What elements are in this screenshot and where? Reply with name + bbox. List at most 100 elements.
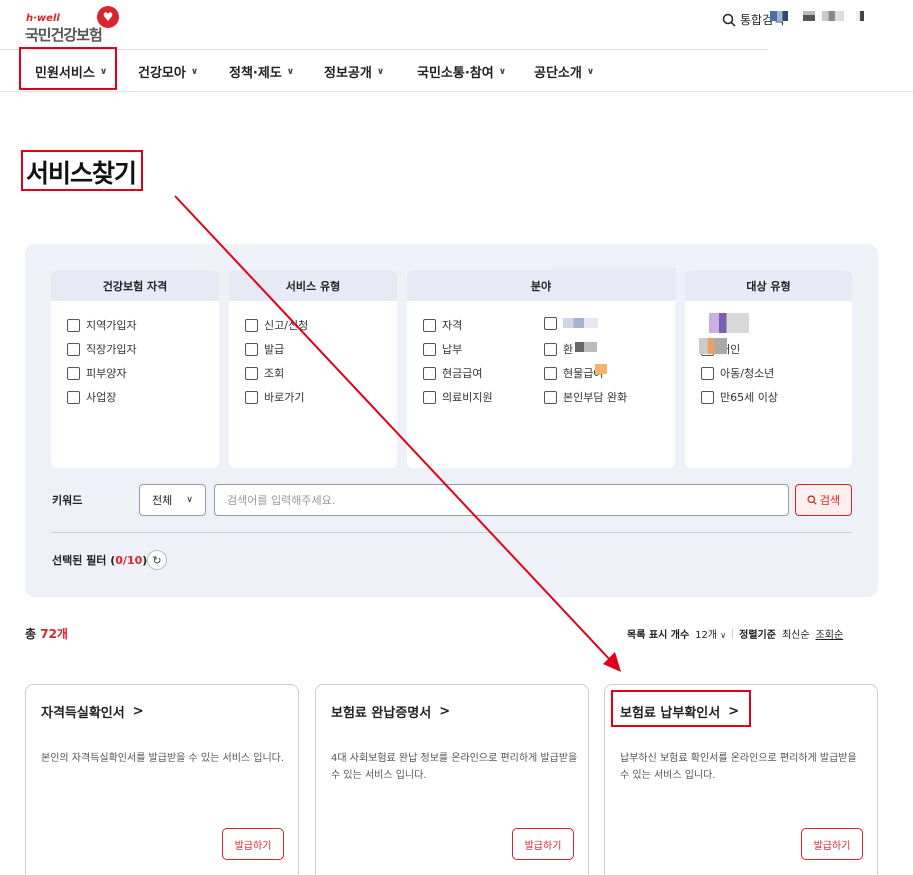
issue-button[interactable]: 발급하기 (801, 828, 863, 860)
filter-divider (51, 532, 852, 533)
service-title: 보험료 완납증명서 (331, 706, 432, 721)
chevron-down-icon: ∨ (720, 631, 727, 640)
checkbox-label: 현금급여 (442, 367, 483, 380)
refresh-icon: ↻ (152, 553, 162, 567)
service-title: 자격득실확인서 (41, 706, 125, 721)
list-controls: 목록 표시 개수 12개 ∨ 정렬기준 최신순 조회순 (627, 626, 843, 641)
nav-info-disclosure[interactable]: 정보공개 ∨ (324, 62, 384, 81)
chevron-down-icon: ∨ (186, 495, 193, 505)
checkbox-box[interactable] (701, 390, 714, 404)
highlight-box (21, 150, 143, 191)
checkbox-box[interactable] (544, 366, 557, 380)
checkbox-issue[interactable]: 발급 (245, 341, 284, 357)
chevron-right-icon: > (132, 704, 144, 719)
checkbox-box[interactable] (67, 366, 80, 380)
checkbox-payment[interactable]: 납부 (423, 341, 462, 357)
checkbox-box[interactable] (544, 317, 557, 330)
checkbox-label: 의료비지원 (442, 391, 493, 404)
service-description: 본인의 자격득실확인서를 발급받을 수 있는 서비스 입니다. (41, 753, 285, 764)
service-description: 4대 사회보험료 완납 정보를 온라인으로 편리하게 발급받을 수 있는 서비스… (331, 753, 578, 781)
keyword-label: 키워드 (52, 494, 83, 507)
chevron-down-icon: ∨ (498, 66, 507, 77)
redacted-area (856, 11, 864, 21)
checkbox-label: 아동/청소년 (720, 367, 775, 380)
nav-label: 공단소개 (534, 66, 582, 81)
service-title-link[interactable]: 자격득실확인서 > (41, 702, 144, 721)
nav-label: 정보공개 (324, 66, 372, 81)
checkbox-over-65[interactable]: 만65세 이상 (701, 389, 778, 405)
nav-health-moa[interactable]: 건강모아 ∨ (138, 62, 198, 81)
heart-icon: ♥ (97, 6, 119, 28)
sort-latest-link[interactable]: 최신순 (782, 626, 810, 641)
chevron-down-icon: ∨ (190, 66, 199, 77)
search-icon (722, 13, 736, 27)
checkbox-box[interactable] (544, 390, 557, 404)
checkbox-cash-benefit[interactable]: 현금급여 (423, 365, 482, 381)
checkbox-child-youth[interactable]: 아동/청소년 (701, 365, 774, 381)
service-card[interactable]: 보험료 완납증명서 > 4대 사회보험료 완납 정보를 온라인으로 편리하게 발급… (315, 684, 589, 875)
checkbox-workplace[interactable]: 사업장 (67, 389, 116, 405)
checkbox-box[interactable] (67, 318, 80, 332)
checkbox-label: 피부양자 (86, 367, 127, 380)
nav-about[interactable]: 공단소개 ∨ (534, 62, 594, 81)
checkbox-dependent[interactable]: 피부양자 (67, 365, 126, 381)
issue-button[interactable]: 발급하기 (222, 828, 284, 860)
redacted-area (803, 11, 815, 21)
checkbox-box[interactable] (423, 366, 436, 380)
total-count-value: 72개 (40, 627, 68, 641)
checkbox-box[interactable] (544, 342, 557, 356)
checkbox-inquiry[interactable]: 조회 (245, 365, 284, 381)
highlight-box (19, 47, 117, 90)
reset-filter-button[interactable]: ↻ (147, 550, 167, 570)
redacted-area (770, 11, 788, 21)
redacted-area (595, 364, 607, 374)
list-count-select[interactable]: 12개 ∨ (695, 626, 726, 641)
checkbox-label: 지역가입자 (86, 319, 137, 332)
nav-label: 국민소통·참여 (417, 66, 494, 81)
select-value: 전체 (152, 494, 173, 507)
checkbox-box[interactable] (245, 342, 258, 356)
checkbox-box[interactable] (423, 342, 436, 356)
checkbox-box[interactable] (701, 366, 714, 380)
filter-group-title: 대상 유형 (685, 270, 852, 301)
checkbox-box[interactable] (245, 390, 258, 404)
checkbox-copay-relief[interactable]: 본인부담 완화 (544, 389, 627, 405)
total-prefix: 총 (25, 627, 41, 641)
checkbox-label: 직장가입자 (86, 343, 137, 356)
nav-divider (0, 91, 913, 92)
selected-filter-count: 0/10 (115, 554, 143, 567)
issue-button[interactable]: 발급하기 (512, 828, 574, 860)
checkbox-label: 발급 (264, 343, 285, 356)
checkbox-shortcut[interactable]: 바로가기 (245, 389, 304, 405)
keyword-scope-select[interactable]: 전체 ∨ (139, 484, 206, 516)
search-button-label: 검색 (819, 494, 841, 507)
checkbox-regional-subscriber[interactable]: 지역가입자 (67, 317, 137, 333)
chevron-down-icon: ∨ (376, 66, 385, 77)
logo-text[interactable]: 국민건강보험 (25, 24, 103, 45)
checkbox-box[interactable] (245, 318, 258, 332)
redacted-area (699, 313, 749, 333)
checkbox-box[interactable] (245, 366, 258, 380)
checkbox-qualification[interactable]: 자격 (423, 317, 462, 333)
checkbox-refund[interactable]: 환 (544, 341, 573, 357)
keyword-search-button[interactable]: 검색 (795, 484, 852, 516)
sort-label: 정렬기준 (739, 630, 776, 641)
checkbox-box[interactable] (67, 390, 80, 404)
checkbox-report-apply[interactable]: 신고/신청 (245, 317, 308, 333)
nav-policy[interactable]: 정책·제도 ∨ (229, 62, 294, 81)
checkbox-employee-subscriber[interactable]: 직장가입자 (67, 341, 137, 357)
service-title-link[interactable]: 보험료 완납증명서 > (331, 702, 450, 721)
checkbox-medical-support[interactable]: 의료비지원 (423, 389, 493, 405)
sort-views-link[interactable]: 조회순 (816, 626, 844, 641)
separator (732, 628, 734, 639)
checkbox-box[interactable] (423, 390, 436, 404)
service-card[interactable]: 자격득실확인서 > 본인의 자격득실확인서를 발급받을 수 있는 서비스 입니다.… (25, 684, 299, 875)
checkbox-field-extra-1[interactable] (544, 317, 563, 330)
nav-communication[interactable]: 국민소통·참여 ∨ (417, 62, 506, 81)
keyword-input[interactable] (214, 484, 789, 516)
filter-group-title: 건강보험 자격 (51, 270, 219, 301)
checkbox-box[interactable] (423, 318, 436, 332)
logo-tagline[interactable]: h·well (26, 13, 60, 24)
checkbox-label: 자격 (442, 319, 463, 332)
checkbox-box[interactable] (67, 342, 80, 356)
